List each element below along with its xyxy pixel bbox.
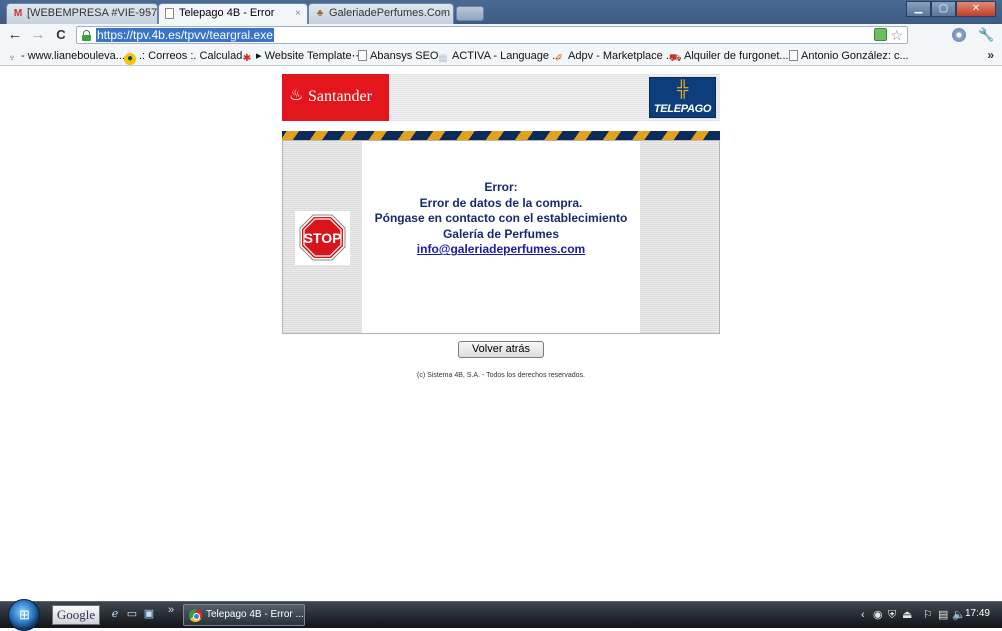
hazard-stripe <box>282 131 720 140</box>
merchant-name: Galería de Perfumes <box>442 226 560 241</box>
bookmark-icon-1: ♆ <box>8 53 16 64</box>
chrome-icon <box>189 609 202 622</box>
tab-telepago[interactable]: Telepago 4B - Error × <box>158 3 308 24</box>
bookmark-item[interactable]: ▦ ACTIVA - Language ... <box>437 49 562 64</box>
telepago-logo: ╬ TELEPAGO <box>649 77 716 118</box>
copyright-text: (c) Sistema 4B, S.A. - Todos los derecho… <box>417 372 585 379</box>
right-column <box>640 141 719 333</box>
reload-button[interactable]: C <box>52 26 70 44</box>
santander-wordmark: Santander <box>308 88 372 105</box>
bookmark-item[interactable]: ⛟ Alquiler de furgonet... <box>669 49 789 64</box>
switch-windows-icon[interactable]: ▣ <box>142 607 156 621</box>
taskbar-item-chrome[interactable]: Telepago 4B - Error ... <box>183 604 305 626</box>
bookmark-item[interactable]: ✱ ▸ Website Template⋯ <box>241 49 363 64</box>
adpv-icon: ✐ <box>554 53 564 64</box>
tray-action-center-icon[interactable]: ⚐ <box>923 608 933 622</box>
error-message: Error: Error de datos de la compra. Póng… <box>362 180 640 258</box>
tray-display-icon[interactable]: ▤ <box>938 608 948 622</box>
internet-explorer-icon[interactable]: ℯ <box>108 607 122 621</box>
tab-webempresa[interactable]: M [WEBEMPRESA #VIE-95762 × <box>6 3 158 24</box>
windows-taskbar: ⊞ Google ℯ ▭ ▣ » Telepago 4B - Error ...… <box>0 599 1002 631</box>
window-controls: ▁ ▢ ✕ <box>906 1 996 17</box>
new-tab-button[interactable] <box>456 6 484 21</box>
tray-usb-icon[interactable]: ⏏ <box>902 608 912 622</box>
gmail-icon: M <box>13 8 23 19</box>
bookmarks-overflow-button[interactable]: » <box>987 48 994 62</box>
bookmarks-bar: ♆ - www.lianebouleva... ●.: Correos :. Ca… <box>0 46 1002 66</box>
error-line: Póngase en contacto con el establecimien… <box>374 211 628 226</box>
van-icon: ⛟ <box>669 53 682 64</box>
stop-sign-text: STOP <box>304 230 342 246</box>
browser-toolbar: ← → C https://tpv.4b.es/tpvv/teargral.ex… <box>0 24 1002 46</box>
tab-galeria-perfumes[interactable]: ♣ GaleriadePerfumes.Com - I × <box>308 3 454 24</box>
tab-title: GaleriadePerfumes.Com - I <box>329 7 454 19</box>
forward-button[interactable]: → <box>29 26 47 44</box>
bookmark-label: Abansys SEO <box>370 50 439 62</box>
tab-title: [WEBEMPRESA #VIE-95762 <box>27 7 158 19</box>
bookmark-label: ACTIVA - Language ... <box>452 50 562 62</box>
bookmark-label: Adpv - Marketplace ... <box>568 50 675 62</box>
quick-launch-overflow[interactable]: » <box>168 604 174 616</box>
page-content: ♨ Santander ╬ TELEPAGO STOP Error: Error… <box>0 67 1002 601</box>
tray-network-icon[interactable]: ◉ <box>873 608 883 622</box>
start-button[interactable]: ⊞ <box>8 599 40 631</box>
bookmark-label: ▸ Website Template⋯ <box>256 50 363 62</box>
google-search-box[interactable]: Google <box>52 605 100 625</box>
bookmark-label: Antonio González: c... <box>801 50 909 62</box>
payment-header: ♨ Santander ╬ TELEPAGO <box>282 74 720 121</box>
error-line: Error de datos de la compra. <box>419 195 583 210</box>
bookmark-item[interactable]: Abansys SEO <box>358 49 438 63</box>
address-bar[interactable]: https://tpv.4b.es/tpvv/teargral.exe ☆ <box>76 26 908 44</box>
page-icon <box>165 8 174 19</box>
left-column: STOP <box>283 141 362 333</box>
star-icon[interactable]: ☆ <box>890 27 903 43</box>
close-tab-icon[interactable]: × <box>441 4 447 23</box>
bookmark-label: .: Correos :. Calculad... <box>139 50 252 62</box>
page-icon <box>789 50 798 61</box>
merchant-email-link[interactable]: info@galeriadeperfumes.com <box>362 242 640 258</box>
bookmark-label: Alquiler de furgonet... <box>684 50 789 62</box>
back-button[interactable]: ← <box>6 26 24 44</box>
taskbar-item-label: Telepago 4B - Error ... <box>206 609 304 620</box>
close-tab-icon[interactable]: × <box>145 4 151 23</box>
volume-icon[interactable]: 🔈 <box>952 608 966 622</box>
activa-icon: ▦ <box>438 53 448 64</box>
error-title: Error: <box>484 180 518 194</box>
star-burst-icon: ✱ <box>242 53 252 64</box>
bookmark-label: - www.lianebouleva... <box>21 50 125 62</box>
clock[interactable]: 17:49 <box>965 608 990 619</box>
perfume-icon: ♣ <box>316 8 324 19</box>
correos-icon: ● <box>124 53 136 65</box>
bookmark-item[interactable]: ♆ - www.lianebouleva... <box>6 49 125 64</box>
minimize-button[interactable]: ▁ <box>906 1 931 17</box>
flame-icon: ♨ <box>289 87 304 104</box>
back-button[interactable]: Volver atrás <box>458 341 544 358</box>
stop-sign-frame: STOP <box>295 211 350 265</box>
windows-logo-icon: ⊞ <box>19 607 30 622</box>
url-text[interactable]: https://tpv.4b.es/tpvv/teargral.exe <box>96 28 274 42</box>
close-window-button[interactable]: ✕ <box>956 1 996 17</box>
extension-icon[interactable] <box>874 28 887 41</box>
tab-strip: M [WEBEMPRESA #VIE-95762 × Telepago 4B -… <box>0 0 1002 24</box>
stop-sign-icon: STOP <box>299 214 346 261</box>
page-icon <box>358 50 367 61</box>
lock-icon <box>82 30 91 41</box>
tray-expand-icon[interactable]: ‹ <box>861 608 865 622</box>
telepago-wordmark: TELEPAGO <box>653 103 712 115</box>
error-panel: STOP Error: Error de datos de la compra.… <box>282 140 720 334</box>
bookmark-item[interactable]: Antonio González: c... <box>789 49 909 63</box>
close-tab-icon[interactable]: × <box>295 4 301 23</box>
tray-shield-icon[interactable]: ⛨ <box>888 608 896 622</box>
extension-globe-icon[interactable] <box>952 28 966 42</box>
show-desktop-icon[interactable]: ▭ <box>125 607 139 621</box>
telepago-emblem-icon: ╬ <box>677 81 689 98</box>
tab-title: Telepago 4B - Error <box>179 7 275 19</box>
maximize-button[interactable]: ▢ <box>931 1 956 17</box>
bookmark-item[interactable]: ●.: Correos :. Calculad... <box>124 49 252 65</box>
bookmark-item[interactable]: ✐ Adpv - Marketplace ... <box>553 49 675 64</box>
santander-logo: ♨ Santander <box>282 74 389 121</box>
wrench-icon[interactable]: 🔧 <box>978 27 994 43</box>
